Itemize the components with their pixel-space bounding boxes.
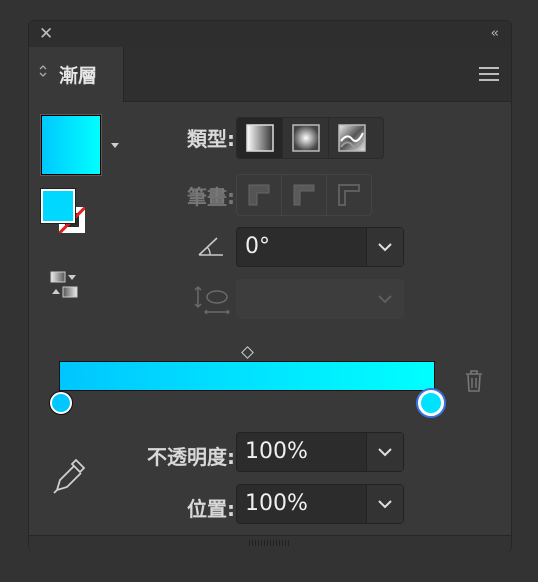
stroke-within-button[interactable] <box>237 175 282 215</box>
aspect-ratio-icon <box>194 285 230 315</box>
type-label: 類型: <box>187 127 235 151</box>
stroke-gradient-selector <box>236 174 372 216</box>
stroke-label: 筆畫: <box>187 185 235 209</box>
chevron-down-icon[interactable] <box>366 485 403 523</box>
location-dropdown[interactable]: 100% <box>236 484 404 524</box>
stroke-within-icon <box>248 184 270 206</box>
gradient-swatch[interactable] <box>40 114 102 176</box>
chevron-down-icon <box>366 280 403 318</box>
gradient-type-selector <box>236 117 384 159</box>
radial-gradient-button[interactable] <box>283 118 329 158</box>
panel-resize-grip[interactable] <box>29 535 511 552</box>
stroke-across-icon <box>338 184 360 206</box>
tab-strip: 漸層 <box>29 47 511 102</box>
close-icon[interactable]: ✕ <box>39 24 53 44</box>
color-stop-left[interactable] <box>50 392 72 414</box>
gradient-panel: ✕ ‹‹ 漸層 類型: 筆畫: 0° 不透明度: 100% 位置: 100% <box>28 20 512 552</box>
tab-gradient[interactable]: 漸層 <box>29 47 124 102</box>
opacity-dropdown[interactable]: 100% <box>236 432 404 472</box>
color-stop-right[interactable] <box>418 390 444 416</box>
panel-menu-icon[interactable] <box>479 67 499 81</box>
freeform-gradient-button[interactable] <box>329 118 375 158</box>
opacity-value[interactable]: 100% <box>245 439 308 464</box>
stroke-along-icon <box>293 184 315 206</box>
aspect-ratio-dropdown[interactable] <box>236 279 404 319</box>
location-label: 位置: <box>187 497 235 521</box>
freeform-gradient-icon <box>338 124 366 152</box>
trash-icon[interactable] <box>463 369 485 393</box>
panel-titlebar: ✕ ‹‹ <box>29 21 511 48</box>
linear-gradient-button[interactable] <box>237 118 283 158</box>
reverse-gradient-icon[interactable] <box>49 269 81 301</box>
eyedropper-icon[interactable] <box>51 457 87 497</box>
radial-gradient-icon <box>291 124 320 152</box>
chevron-down-icon[interactable] <box>366 228 403 266</box>
opacity-label: 不透明度: <box>147 445 235 469</box>
gradient-midpoint-handle[interactable] <box>241 346 254 359</box>
angle-value[interactable]: 0° <box>245 234 270 259</box>
tab-reorder-icon[interactable] <box>39 64 47 80</box>
stroke-across-button[interactable] <box>327 175 371 215</box>
gradient-slider[interactable] <box>59 361 435 391</box>
angle-icon <box>198 237 223 256</box>
chevron-down-icon[interactable] <box>366 433 403 471</box>
location-value[interactable]: 100% <box>245 491 308 516</box>
collapse-icon[interactable]: ‹‹ <box>491 24 500 44</box>
grip-dots <box>249 540 289 546</box>
stroke-along-button[interactable] <box>282 175 327 215</box>
linear-gradient-icon <box>245 124 274 152</box>
tab-label: 漸層 <box>59 65 98 87</box>
angle-dropdown[interactable]: 0° <box>236 227 404 267</box>
swatch-dropdown-icon[interactable] <box>111 143 119 148</box>
fill-swatch[interactable] <box>40 188 76 224</box>
